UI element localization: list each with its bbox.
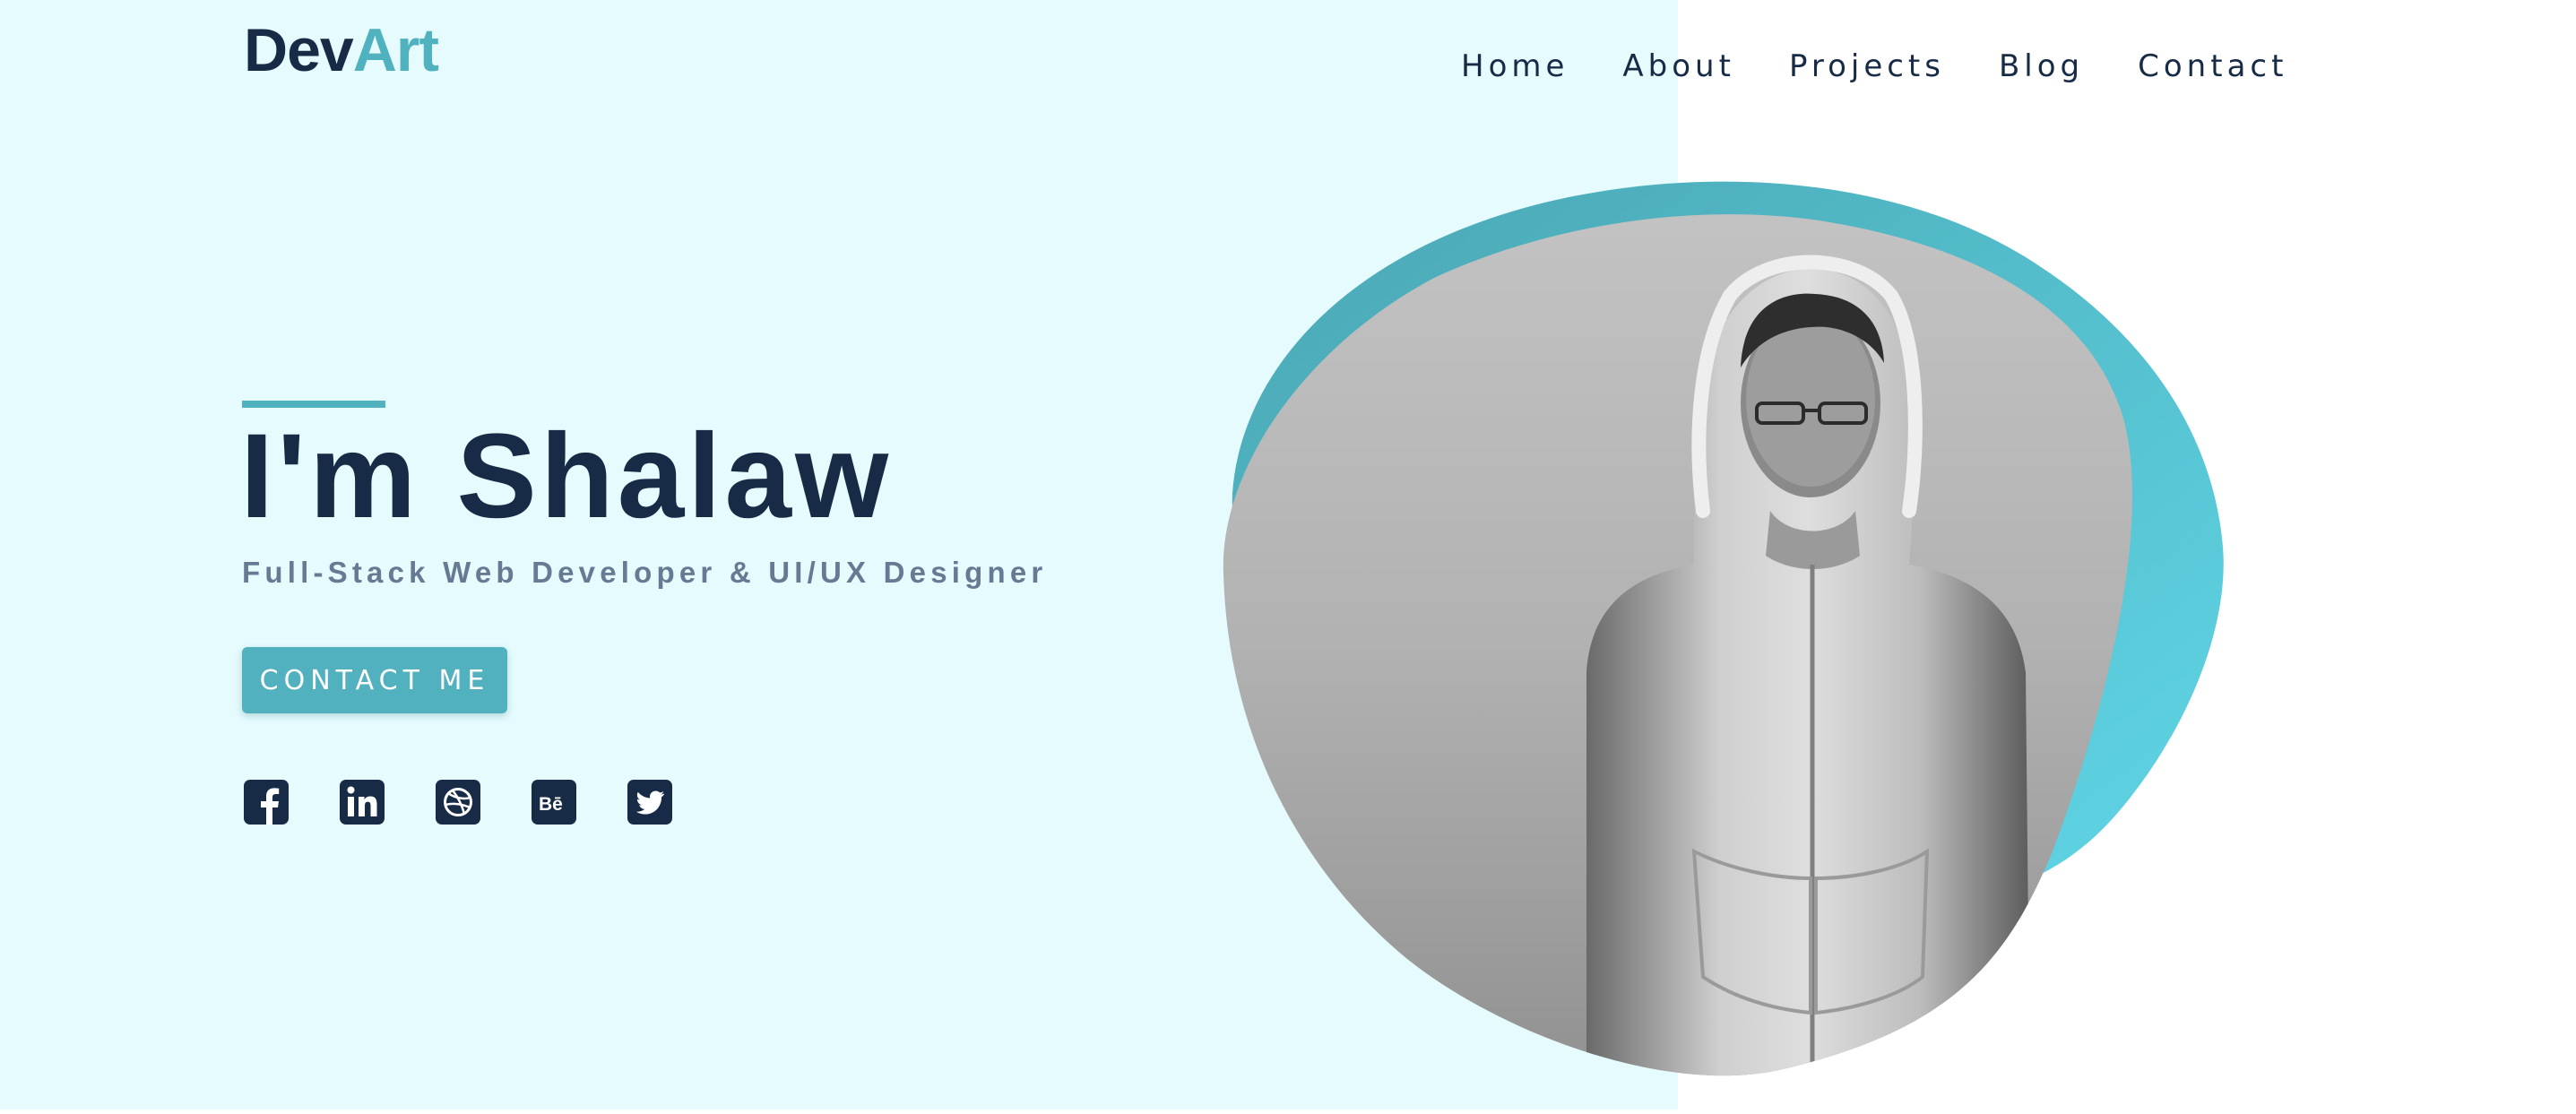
svg-text:Bē: Bē bbox=[539, 794, 563, 815]
logo-text-accent: Art bbox=[352, 16, 439, 84]
behance-icon[interactable]: Bē bbox=[532, 780, 576, 825]
nav-item-blog[interactable]: Blog bbox=[1999, 47, 2084, 86]
headline-accent-line bbox=[242, 401, 385, 408]
dribbble-icon[interactable] bbox=[436, 780, 480, 825]
logo-text-primary: Dev bbox=[244, 16, 354, 84]
social-links: Bē bbox=[244, 780, 672, 825]
nav-item-about[interactable]: About bbox=[1622, 47, 1735, 86]
hero-headline: I'm Shalaw bbox=[240, 410, 893, 543]
logo[interactable]: DevArt bbox=[244, 20, 439, 81]
twitter-icon[interactable] bbox=[627, 780, 672, 825]
linkedin-icon[interactable] bbox=[340, 780, 385, 825]
contact-me-button[interactable]: CONTACT ME bbox=[242, 647, 507, 713]
hero-subtitle: Full-Stack Web Developer & UI/UX Designe… bbox=[242, 556, 1048, 589]
main-nav: Home About Projects Blog Contact bbox=[1461, 47, 2341, 86]
facebook-icon[interactable] bbox=[244, 780, 289, 825]
nav-item-projects[interactable]: Projects bbox=[1789, 47, 1945, 86]
nav-item-home[interactable]: Home bbox=[1461, 47, 1569, 86]
nav-item-contact[interactable]: Contact bbox=[2138, 47, 2287, 86]
hero-illustration bbox=[1192, 170, 2268, 1110]
portrait-photo bbox=[1223, 181, 2224, 1076]
